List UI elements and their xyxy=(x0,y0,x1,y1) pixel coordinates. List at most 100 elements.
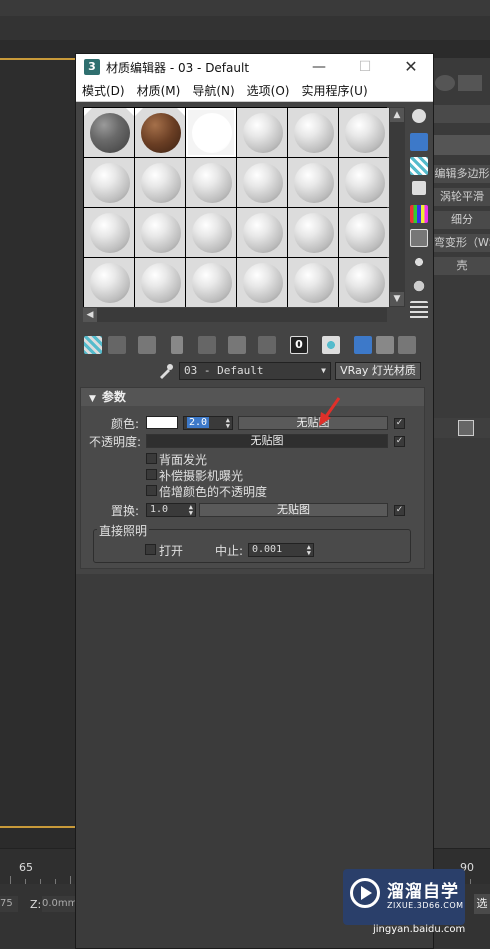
sample-slot[interactable] xyxy=(288,158,338,207)
direct-on-checkbox[interactable] xyxy=(145,544,156,555)
make-unique-icon[interactable] xyxy=(228,336,246,354)
sample-slot[interactable] xyxy=(186,258,236,307)
sample-slot[interactable] xyxy=(237,208,287,257)
background-icon[interactable] xyxy=(410,157,428,175)
slots-horizontal-scrollbar[interactable]: ◀ xyxy=(83,308,387,322)
sample-slot[interactable] xyxy=(186,158,236,207)
go-to-parent-icon[interactable] xyxy=(376,336,394,354)
menu-navigation[interactable]: 导航(N) xyxy=(186,80,240,102)
modifier-toolbar xyxy=(434,418,490,438)
make-copy-icon[interactable] xyxy=(198,336,216,354)
material-type-button[interactable]: VRay 灯光材质 xyxy=(335,362,421,380)
maximize-icon[interactable]: ☐ xyxy=(342,54,388,80)
material-name-field[interactable]: 03 - Default ▼ xyxy=(179,362,331,380)
select-by-material-icon[interactable] xyxy=(410,277,428,295)
assign-material-icon[interactable] xyxy=(138,336,156,354)
sphere-tool-icon[interactable] xyxy=(435,75,455,91)
uv-tiling-icon[interactable] xyxy=(412,181,426,195)
modifier-item[interactable]: 壳 xyxy=(434,257,490,275)
backlight-icon[interactable] xyxy=(410,133,428,151)
color-swatch[interactable] xyxy=(146,416,178,429)
backface-checkbox[interactable] xyxy=(146,453,157,464)
monitor-icon[interactable] xyxy=(458,75,482,91)
sample-slot[interactable] xyxy=(288,258,338,307)
cutoff-spinner[interactable]: 0.001 ▲ ▼ xyxy=(248,543,314,557)
modifier-item[interactable]: 弯变形（WS xyxy=(434,234,490,252)
sample-slot[interactable] xyxy=(339,208,389,257)
app-icon: 3 xyxy=(84,59,100,75)
displace-spinner[interactable]: 1.0 ▲ ▼ xyxy=(146,503,196,517)
timeline-label: 65 xyxy=(19,861,33,874)
modifier-name-field[interactable] xyxy=(434,105,490,123)
coord-field[interactable]: 75 xyxy=(0,896,18,912)
sample-slot[interactable] xyxy=(84,108,134,157)
sample-slot[interactable] xyxy=(288,108,338,157)
options-icon[interactable] xyxy=(410,253,428,271)
spinner-arrows-icon[interactable]: ▲ ▼ xyxy=(189,504,193,517)
minimize-icon[interactable]: — xyxy=(296,54,342,80)
title-bar[interactable]: 3 材质编辑器 - 03 - Default — ☐ ✕ xyxy=(76,54,433,80)
material-navigator-icon[interactable] xyxy=(410,301,428,319)
material-sphere xyxy=(345,213,385,253)
sample-slot[interactable] xyxy=(84,208,134,257)
show-end-result-icon[interactable] xyxy=(354,336,372,354)
configure-icon[interactable] xyxy=(458,420,474,436)
modifier-item[interactable]: 细分 xyxy=(434,211,490,229)
color-multiplier-spinner[interactable]: 2.0 ▲ ▼ xyxy=(183,416,233,430)
modifier-item[interactable]: 涡轮平滑 xyxy=(434,188,490,206)
menu-material[interactable]: 材质(M) xyxy=(131,80,187,102)
sample-slot[interactable] xyxy=(186,208,236,257)
material-id-icon[interactable]: 0 xyxy=(290,336,308,354)
sample-slot[interactable] xyxy=(84,158,134,207)
modifier-item[interactable]: 编辑多边形 xyxy=(434,165,490,183)
sample-slot[interactable] xyxy=(237,108,287,157)
z-field[interactable]: 0.0mm xyxy=(42,896,76,912)
sample-slot[interactable] xyxy=(339,258,389,307)
scroll-left-icon[interactable]: ◀ xyxy=(83,308,97,322)
spinner-arrows-icon[interactable]: ▲ ▼ xyxy=(307,544,311,557)
get-material-icon[interactable] xyxy=(84,336,102,354)
scroll-down-icon[interactable]: ▼ xyxy=(390,292,404,306)
sample-slot[interactable] xyxy=(135,158,185,207)
displace-map-button[interactable]: 无贴图 xyxy=(199,503,388,517)
close-icon[interactable]: ✕ xyxy=(388,54,434,80)
chevron-down-icon[interactable]: ▼ xyxy=(321,363,326,379)
sample-slot[interactable] xyxy=(339,108,389,157)
color-map-enable-checkbox[interactable]: ✓ xyxy=(394,418,405,429)
show-in-viewport-icon[interactable] xyxy=(322,336,340,354)
collapse-icon[interactable]: ▼ xyxy=(89,394,96,404)
sample-slots xyxy=(83,107,389,307)
make-preview-icon[interactable] xyxy=(410,229,428,247)
scroll-up-icon[interactable]: ▲ xyxy=(390,108,404,122)
menu-utilities[interactable]: 实用程序(U) xyxy=(295,80,373,102)
opacity-map-enable-checkbox[interactable]: ✓ xyxy=(394,436,405,447)
sample-slot[interactable] xyxy=(135,258,185,307)
reset-map-icon[interactable] xyxy=(171,336,183,354)
sample-slot[interactable] xyxy=(84,258,134,307)
spinner-arrows-icon[interactable]: ▲ ▼ xyxy=(226,417,230,430)
compensate-checkbox[interactable] xyxy=(146,469,157,480)
menu-options[interactable]: 选项(O) xyxy=(241,80,296,102)
put-to-scene-icon[interactable] xyxy=(108,336,126,354)
sample-slot[interactable] xyxy=(237,158,287,207)
sample-slot[interactable] xyxy=(288,208,338,257)
eyedropper-icon[interactable] xyxy=(158,363,174,379)
displace-map-enable-checkbox[interactable]: ✓ xyxy=(394,505,405,516)
sample-slot[interactable] xyxy=(135,208,185,257)
modifier-color-field[interactable] xyxy=(434,135,490,155)
multiply-opacity-checkbox[interactable] xyxy=(146,485,157,496)
video-color-icon[interactable] xyxy=(410,205,428,223)
sample-slot-selected[interactable] xyxy=(186,108,236,157)
sample-slot[interactable] xyxy=(135,108,185,157)
menu-mode[interactable]: 模式(D) xyxy=(76,80,131,102)
sample-type-icon[interactable] xyxy=(412,109,426,123)
select-button[interactable]: 选 xyxy=(474,894,490,914)
rollout-header[interactable]: ▼ 参数 xyxy=(81,388,424,406)
slots-vertical-scrollbar[interactable]: ▲ ▼ xyxy=(389,107,405,307)
sample-slot[interactable] xyxy=(339,158,389,207)
sample-slot[interactable] xyxy=(237,258,287,307)
viewport[interactable] xyxy=(0,58,75,828)
put-to-library-icon[interactable] xyxy=(258,336,276,354)
go-forward-sibling-icon[interactable] xyxy=(398,336,416,354)
opacity-map-button[interactable]: 无贴图 xyxy=(146,434,388,448)
